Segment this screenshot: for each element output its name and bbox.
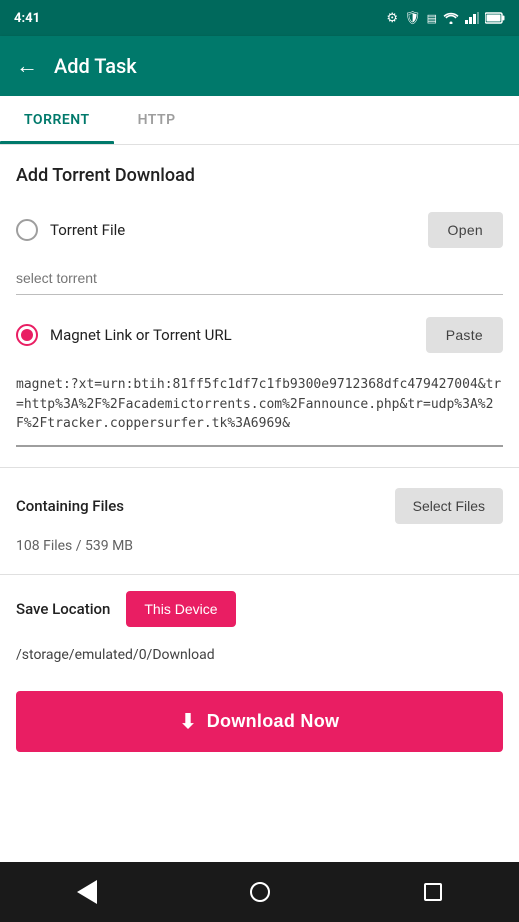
torrent-file-radio[interactable] bbox=[16, 219, 38, 241]
magnet-url-textarea[interactable]: magnet:?xt=urn:btih:81ff5fc1df7c1fb9300e… bbox=[16, 367, 503, 447]
tab-http[interactable]: HTTP bbox=[114, 96, 200, 144]
home-circle-icon bbox=[250, 882, 270, 902]
back-button[interactable]: ← bbox=[16, 53, 38, 79]
magnet-link-radio[interactable] bbox=[16, 324, 38, 346]
radio-inner bbox=[21, 329, 33, 341]
status-time: 4:41 bbox=[14, 11, 40, 26]
content-area: TORRENT HTTP Add Torrent Download Torren… bbox=[0, 96, 519, 862]
paste-button[interactable]: Paste bbox=[426, 317, 503, 353]
app-bar-title: Add Task bbox=[54, 54, 137, 78]
tabs: TORRENT HTTP bbox=[0, 96, 519, 145]
magnet-link-label: Magnet Link or Torrent URL bbox=[50, 326, 414, 344]
torrent-file-label: Torrent File bbox=[50, 221, 416, 239]
status-bar: 4:41 ⚙ 🛡 ▤ bbox=[0, 0, 519, 36]
containing-files-row: Containing Files Select Files bbox=[0, 472, 519, 532]
nav-bar bbox=[0, 862, 519, 922]
save-location-label: Save Location bbox=[16, 600, 110, 618]
select-torrent-input[interactable] bbox=[16, 262, 503, 295]
files-info: 108 Files / 539 MB bbox=[0, 532, 519, 570]
divider-2 bbox=[0, 574, 519, 575]
shield-icon: 🛡 bbox=[404, 11, 421, 26]
battery-icon bbox=[485, 12, 505, 24]
download-btn-wrapper: ⬇ Download Now bbox=[0, 679, 519, 776]
download-now-label: Download Now bbox=[207, 711, 340, 732]
nav-home-button[interactable] bbox=[240, 872, 280, 912]
settings-icon: ⚙ bbox=[386, 11, 398, 26]
wifi-icon bbox=[443, 12, 459, 24]
app-bar: ← Add Task bbox=[0, 36, 519, 96]
section-title: Add Torrent Download bbox=[0, 145, 519, 202]
containing-files-label: Containing Files bbox=[16, 497, 124, 515]
tab-torrent[interactable]: TORRENT bbox=[0, 96, 114, 144]
divider-1 bbox=[0, 467, 519, 468]
magnet-link-row: Magnet Link or Torrent URL Paste bbox=[0, 307, 519, 363]
recents-square-icon bbox=[424, 883, 442, 901]
back-triangle-icon bbox=[77, 880, 97, 904]
signal-icon bbox=[465, 12, 479, 24]
status-icons: ⚙ 🛡 ▤ bbox=[386, 11, 505, 26]
select-files-button[interactable]: Select Files bbox=[395, 488, 503, 524]
save-location-row: Save Location This Device bbox=[0, 579, 519, 639]
storage-path: /storage/emulated/0/Download bbox=[0, 639, 519, 679]
nav-recents-button[interactable] bbox=[413, 872, 453, 912]
this-device-button[interactable]: This Device bbox=[126, 591, 235, 627]
sim-icon: ▤ bbox=[427, 12, 437, 25]
download-icon: ⬇ bbox=[180, 709, 197, 734]
download-now-button[interactable]: ⬇ Download Now bbox=[16, 691, 503, 752]
nav-back-button[interactable] bbox=[67, 872, 107, 912]
torrent-file-row: Torrent File Open bbox=[0, 202, 519, 258]
open-button[interactable]: Open bbox=[428, 212, 503, 248]
